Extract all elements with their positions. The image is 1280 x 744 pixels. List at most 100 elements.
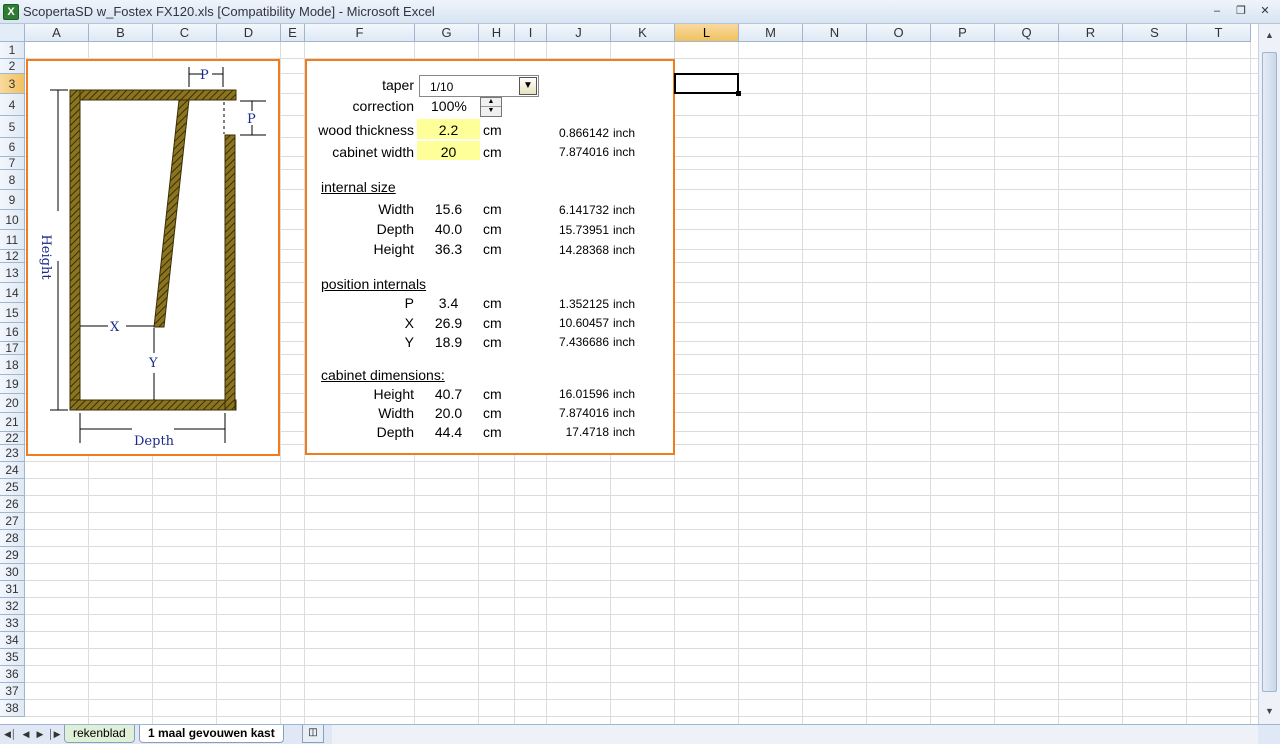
row-header[interactable]: 16 xyxy=(0,323,25,342)
vertical-scrollbar[interactable]: ▲ ▼ xyxy=(1258,24,1280,724)
wood-thickness-input[interactable]: 2.2 xyxy=(417,121,480,139)
row-inch: 10.60457 xyxy=(558,316,609,330)
row-label: X xyxy=(404,315,414,331)
row-header[interactable]: 8 xyxy=(0,170,25,190)
row-header[interactable]: 13 xyxy=(0,263,25,283)
sheet-tab-rekenblad[interactable]: rekenblad xyxy=(64,725,135,743)
select-all-corner[interactable] xyxy=(0,24,25,42)
taper-dropdown[interactable]: 1/10 ▼ xyxy=(419,75,539,97)
sheet-tab-1-maal-gevouwen-kast[interactable]: 1 maal gevouwen kast xyxy=(139,725,284,743)
cabinet-width-input[interactable]: 20 xyxy=(417,143,480,161)
row-header[interactable]: 20 xyxy=(0,394,25,413)
active-cell-l3[interactable] xyxy=(674,73,741,96)
minimize-button[interactable]: – xyxy=(1206,3,1228,19)
horizontal-scrollbar[interactable] xyxy=(332,725,1258,744)
row-header[interactable]: 24 xyxy=(0,462,25,479)
column-header[interactable]: F xyxy=(305,24,415,42)
row-inch: 7.436686 xyxy=(558,335,609,349)
row-header[interactable]: 29 xyxy=(0,547,25,564)
scroll-thumb[interactable] xyxy=(1262,52,1277,692)
row-header[interactable]: 32 xyxy=(0,598,25,615)
row-header[interactable]: 12 xyxy=(0,250,25,263)
row-header[interactable]: 3 xyxy=(0,74,25,94)
close-button[interactable]: ✕ xyxy=(1254,3,1276,19)
spin-up-icon[interactable]: ▲ xyxy=(481,98,501,107)
row-header[interactable]: 25 xyxy=(0,479,25,496)
column-header[interactable]: O xyxy=(867,24,931,42)
column-header[interactable]: K xyxy=(611,24,675,42)
row-header[interactable]: 21 xyxy=(0,413,25,432)
row-header[interactable]: 6 xyxy=(0,138,25,157)
gridline-horizontal xyxy=(25,495,1258,496)
row-header[interactable]: 26 xyxy=(0,496,25,513)
column-header[interactable]: D xyxy=(217,24,281,42)
column-header[interactable]: H xyxy=(479,24,515,42)
row-header[interactable]: 28 xyxy=(0,530,25,547)
spin-down-icon[interactable]: ▼ xyxy=(481,107,501,116)
row-unit: cm xyxy=(483,221,502,237)
wood-thickness-inch-unit: inch xyxy=(613,126,636,140)
row-header[interactable]: 33 xyxy=(0,615,25,632)
row-header[interactable]: 5 xyxy=(0,116,25,138)
row-header[interactable]: 2 xyxy=(0,59,25,74)
diagram-label-p-top: P xyxy=(200,68,209,83)
row-header[interactable]: 11 xyxy=(0,230,25,250)
column-header[interactable]: T xyxy=(1187,24,1251,42)
row-header[interactable]: 18 xyxy=(0,355,25,375)
row-unit: cm xyxy=(483,201,502,217)
column-header[interactable]: N xyxy=(803,24,867,42)
column-header[interactable]: M xyxy=(739,24,803,42)
restore-button[interactable]: ❐ xyxy=(1230,3,1252,19)
row-header[interactable]: 31 xyxy=(0,581,25,598)
row-header[interactable]: 1 xyxy=(0,42,25,59)
row-header[interactable]: 34 xyxy=(0,632,25,649)
row-header[interactable]: 37 xyxy=(0,683,25,700)
row-header[interactable]: 36 xyxy=(0,666,25,683)
row-header[interactable]: 19 xyxy=(0,375,25,394)
row-header[interactable]: 38 xyxy=(0,700,25,717)
row-header[interactable]: 14 xyxy=(0,283,25,303)
scroll-down-icon[interactable]: ▼ xyxy=(1262,704,1277,719)
excel-icon[interactable]: X xyxy=(3,4,19,20)
first-sheet-icon[interactable]: ◀│ xyxy=(4,728,17,740)
row-header[interactable]: 30 xyxy=(0,564,25,581)
row-header[interactable]: 22 xyxy=(0,432,25,445)
column-header[interactable]: G xyxy=(415,24,479,42)
gridline-horizontal xyxy=(25,682,1258,683)
column-header[interactable]: P xyxy=(931,24,995,42)
column-header[interactable]: R xyxy=(1059,24,1123,42)
correction-spinner[interactable]: ▲ ▼ xyxy=(480,97,502,117)
prev-sheet-icon[interactable]: ◀ xyxy=(20,728,32,740)
column-header[interactable]: L xyxy=(675,24,739,42)
gridline-vertical xyxy=(1186,42,1187,724)
column-header[interactable]: E xyxy=(281,24,305,42)
row-header[interactable]: 9 xyxy=(0,190,25,210)
column-header[interactable]: Q xyxy=(995,24,1059,42)
column-header[interactable]: I xyxy=(515,24,547,42)
cabinet-diagram[interactable]: P P Height X Y Depth xyxy=(26,59,280,456)
worksheet-grid[interactable]: ABCDEFGHIJKLMNOPQRST 1 2 3 4 5 6 7 8 9 10 11 12 13 14… xyxy=(0,24,1280,724)
column-header[interactable]: C xyxy=(153,24,217,42)
row-header[interactable]: 35 xyxy=(0,649,25,666)
scroll-up-icon[interactable]: ▲ xyxy=(1262,28,1277,43)
row-header[interactable]: 17 xyxy=(0,342,25,355)
row-header[interactable]: 27 xyxy=(0,513,25,530)
row-inch: 6.141732 xyxy=(558,203,609,217)
row-label: P xyxy=(404,295,414,311)
row-header[interactable]: 4 xyxy=(0,94,25,116)
row-header[interactable]: 15 xyxy=(0,303,25,323)
insert-sheet-icon[interactable]: ◫ xyxy=(302,725,324,743)
row-header[interactable]: 23 xyxy=(0,445,25,462)
column-header[interactable]: B xyxy=(89,24,153,42)
row-header[interactable]: 7 xyxy=(0,157,25,170)
column-header[interactable]: J xyxy=(547,24,611,42)
column-header[interactable]: A xyxy=(25,24,89,42)
row-inch: 15.73951 xyxy=(558,223,609,237)
last-sheet-icon[interactable]: │▶ xyxy=(48,728,61,740)
chevron-down-icon[interactable]: ▼ xyxy=(519,77,537,95)
column-header[interactable]: S xyxy=(1123,24,1187,42)
next-sheet-icon[interactable]: ▶ xyxy=(34,728,46,740)
row-label: Depth xyxy=(376,221,414,237)
gridline-horizontal xyxy=(25,478,1258,479)
row-header[interactable]: 10 xyxy=(0,210,25,230)
